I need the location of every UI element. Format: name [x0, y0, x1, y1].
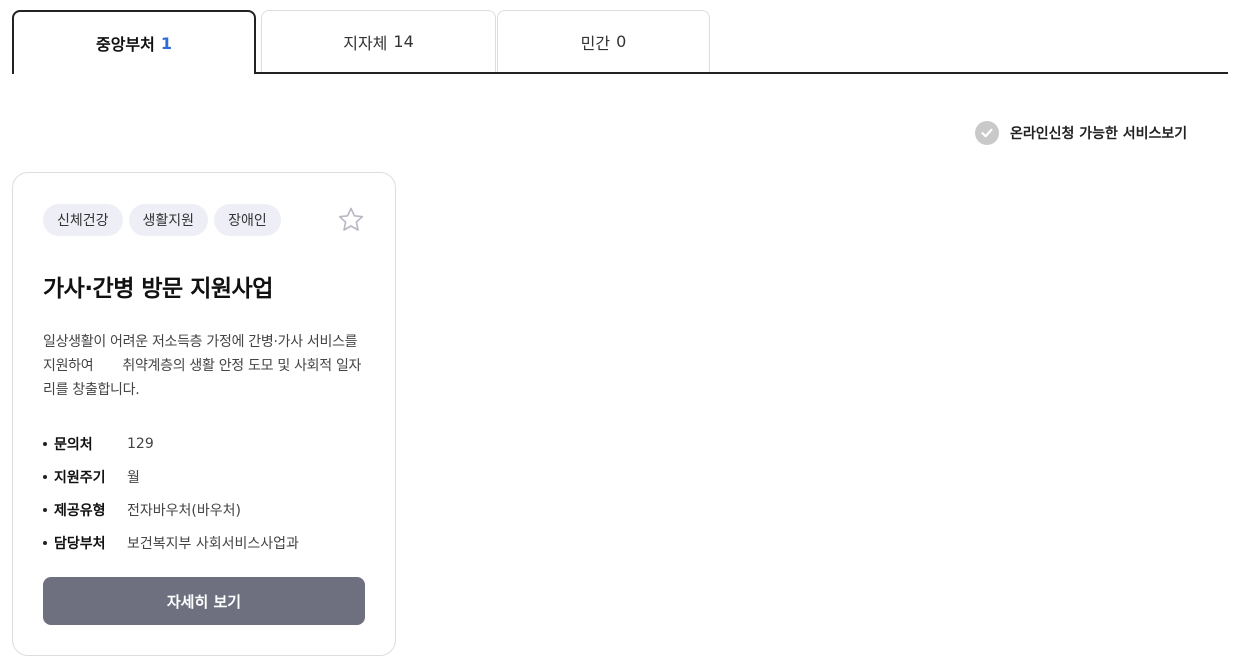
tab-label: 중앙부처 — [95, 35, 155, 54]
bullet-icon — [43, 540, 47, 545]
tab-private[interactable]: 민간 0 — [497, 10, 710, 72]
info-item: 지원주기 월 — [43, 460, 299, 493]
tag: 신체건강 — [43, 204, 123, 236]
bullet-icon — [43, 507, 47, 512]
tab-count: 14 — [393, 32, 414, 51]
tab-label: 지자체 — [343, 33, 388, 53]
card-description: 일상생활이 어려운 저소득층 가정에 간병·가사 서비스를 지원하여 취약계층의… — [43, 334, 362, 398]
info-value: 129 — [127, 435, 154, 452]
info-key: 제공유형 — [54, 502, 106, 519]
info-key: 문의처 — [54, 436, 93, 453]
info-list: 문의처 129 지원주기 월 제공유형 전자바우처(바우처) 담당부처 보건복지부 사회… — [43, 427, 299, 559]
info-value: 월 — [127, 469, 140, 486]
tab-count: 1 — [160, 33, 173, 53]
agency-tabs: 중앙부처 1 지자체 14 민간 0 — [12, 10, 1228, 74]
tag-list: 신체건강 생활지원 장애인 — [43, 204, 281, 236]
tab-central-ministry[interactable]: 중앙부처 1 — [12, 10, 256, 74]
info-key: 지원주기 — [54, 469, 106, 486]
info-key: 담당부처 — [54, 535, 106, 552]
online-apply-filter-toggle[interactable]: 온라인신청 가능한 서비스보기 — [975, 121, 1187, 145]
detail-view-button[interactable]: 자세히 보기 — [43, 577, 365, 625]
tag: 생활지원 — [128, 204, 209, 236]
online-filter-label: 온라인신청 가능한 서비스보기 — [1010, 126, 1188, 142]
info-item: 제공유형 전자바우처(바우처) — [43, 493, 299, 526]
info-value: 전자바우처(바우처) — [127, 502, 241, 519]
bullet-icon — [43, 441, 47, 446]
service-card: 신체건강 생활지원 장애인 가사·간병 방문 지원사업 일상생활이 어려운 저소… — [12, 172, 396, 656]
card-title: 가사·간병 방문 지원사업 — [43, 276, 273, 302]
tag: 장애인 — [214, 204, 281, 236]
tab-label: 민간 — [580, 33, 611, 53]
info-value: 보건복지부 사회서비스사업과 — [127, 535, 299, 552]
tab-count: 0 — [616, 32, 627, 51]
star-outline-icon[interactable] — [337, 206, 365, 234]
info-item: 문의처 129 — [43, 427, 299, 460]
check-circle-icon — [975, 121, 999, 145]
info-item: 담당부처 보건복지부 사회서비스사업과 — [43, 526, 299, 559]
tab-local-government[interactable]: 지자체 14 — [261, 10, 496, 72]
bullet-icon — [43, 474, 47, 479]
